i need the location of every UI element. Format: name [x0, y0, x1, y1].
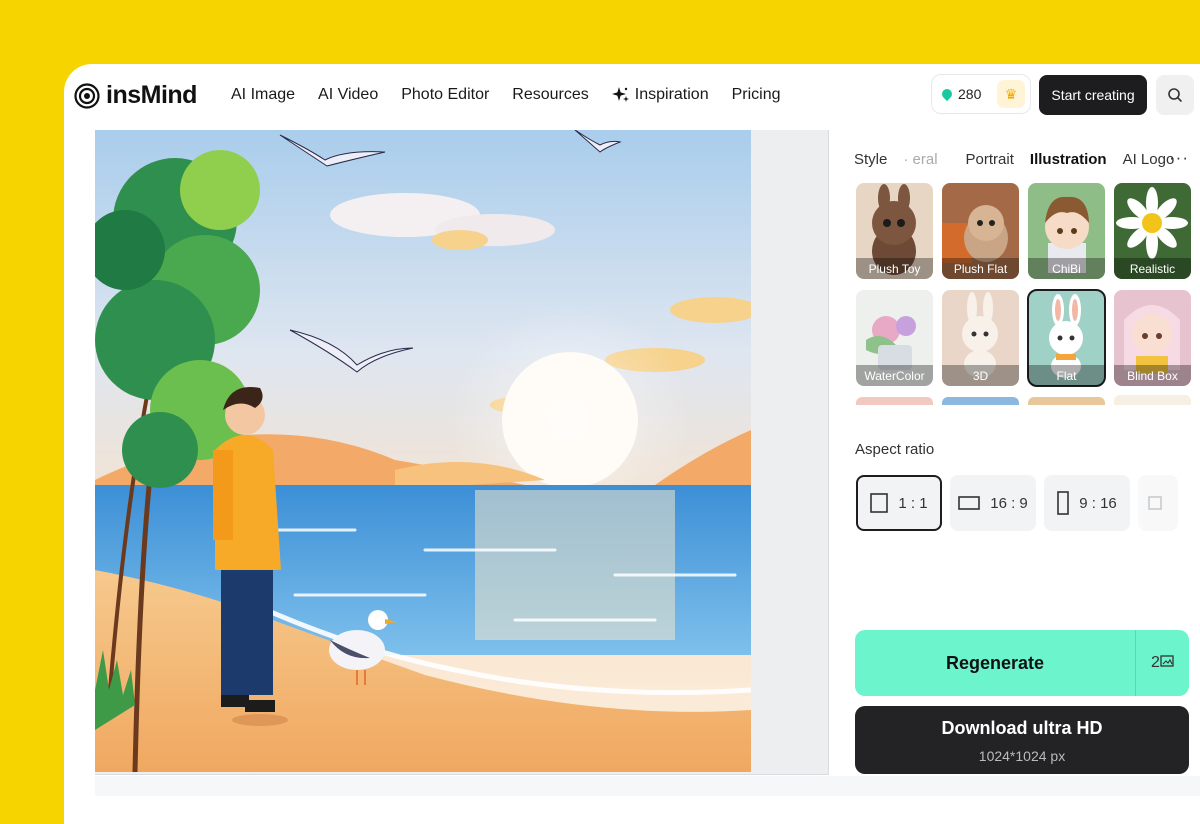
regenerate-button[interactable]: Regenerate 2 — [855, 630, 1189, 696]
style-caption: ChiBi — [1028, 258, 1105, 279]
ratio-icon — [1148, 496, 1162, 510]
ratio-label: 9 : 16 — [1079, 494, 1117, 512]
style-caption: Flat — [1028, 365, 1105, 386]
style-caption: Plush Toy — [856, 258, 933, 279]
crown-icon[interactable]: ♛ — [997, 80, 1025, 108]
sparkle-icon — [611, 87, 629, 102]
style-tabs: Style · eral Portrait Illustration AI Lo… — [854, 151, 1190, 168]
ratio-label: 1 : 1 — [898, 494, 928, 512]
regenerate-label: Regenerate — [945, 652, 1045, 673]
tab-general-label: eral — [912, 151, 938, 168]
nav-resources[interactable]: Resources — [512, 86, 588, 104]
aspect-ratio-label: Aspect ratio — [855, 441, 935, 458]
style-watercolor[interactable]: WaterColor — [856, 290, 933, 386]
style-flat[interactable]: Flat — [1027, 289, 1106, 387]
start-creating-button[interactable]: Start creating — [1039, 75, 1147, 115]
style-plush-toy[interactable]: Plush Toy — [856, 183, 933, 279]
download-label: Download ultra HD — [941, 718, 1103, 738]
more-icon[interactable]: ··· — [1169, 148, 1189, 168]
ratio-more-button[interactable] — [1138, 475, 1178, 531]
credit-count: 280 — [958, 86, 982, 102]
tab-ai-logo[interactable]: AI Logo — [1123, 151, 1175, 168]
style-caption: Blind Box — [1114, 365, 1191, 386]
style-3d[interactable]: 3D — [942, 290, 1019, 386]
style-caption: WaterColor — [856, 365, 933, 386]
image-credit-icon — [1160, 655, 1174, 667]
nav-links: AI Image AI Video Photo Editor Resources… — [231, 86, 804, 104]
style-label: Style — [854, 151, 888, 168]
credit-icon — [939, 86, 955, 102]
ratio-label: 16 : 9 — [990, 494, 1028, 512]
download-size: 1024*1024 px — [978, 748, 1066, 764]
regenerate-cost-value: 2 — [1151, 654, 1160, 671]
nav-ai-image[interactable]: AI Image — [231, 86, 295, 104]
style-plush-flat[interactable]: Plush Flat — [942, 183, 1019, 279]
logo-icon — [74, 82, 100, 109]
settings-panel: Style · eral Portrait Illustration AI Lo… — [854, 130, 1200, 810]
style-thumb-peek — [1114, 395, 1191, 405]
ratio-9-16-button[interactable]: 9 : 16 — [1044, 475, 1130, 531]
regenerate-cost: 2 — [1136, 654, 1189, 672]
square-icon — [870, 493, 889, 513]
tab-portrait[interactable]: Portrait — [966, 151, 1014, 168]
style-blind-box[interactable]: Blind Box — [1114, 290, 1191, 386]
tab-illustration[interactable]: Illustration — [1030, 151, 1107, 168]
search-icon — [1168, 88, 1182, 102]
style-caption: 3D — [942, 365, 1019, 386]
brand-name: insMind — [106, 81, 197, 109]
generated-image[interactable] — [95, 130, 751, 772]
landscape-icon — [958, 496, 981, 510]
style-thumb-peek — [942, 397, 1019, 405]
nav-pricing[interactable]: Pricing — [732, 86, 781, 104]
nav-inspiration-label: Inspiration — [634, 86, 709, 103]
download-hd-button[interactable]: Download ultra HD 1024*1024 px — [855, 706, 1189, 774]
style-thumb-peek — [1028, 397, 1105, 405]
style-realistic[interactable]: Realistic — [1114, 183, 1191, 279]
style-thumb-peek — [856, 397, 933, 405]
app-window: insMind AI Image AI Video Photo Editor R… — [64, 64, 1200, 824]
tab-general[interactable]: · eral — [903, 151, 953, 168]
portrait-icon — [1057, 491, 1070, 515]
brand-logo[interactable]: insMind — [74, 81, 197, 110]
image-canvas — [95, 130, 829, 775]
nav-photo-editor[interactable]: Photo Editor — [401, 86, 489, 104]
style-chibi[interactable]: ChiBi — [1028, 183, 1105, 279]
ratio-1-1-button[interactable]: 1 : 1 — [856, 475, 942, 531]
nav-ai-video[interactable]: AI Video — [318, 86, 378, 104]
ratio-16-9-button[interactable]: 16 : 9 — [950, 475, 1036, 531]
top-navbar: insMind AI Image AI Video Photo Editor R… — [64, 64, 1200, 128]
aspect-ratio-options: 1 : 1 16 : 9 9 : 16 — [856, 475, 1178, 531]
credits-badge[interactable]: 280 ♛ — [931, 74, 1031, 114]
nav-inspiration[interactable]: Inspiration — [611, 86, 709, 104]
search-button[interactable] — [1156, 75, 1194, 115]
style-caption: Plush Flat — [942, 258, 1019, 279]
style-caption: Realistic — [1114, 258, 1191, 279]
